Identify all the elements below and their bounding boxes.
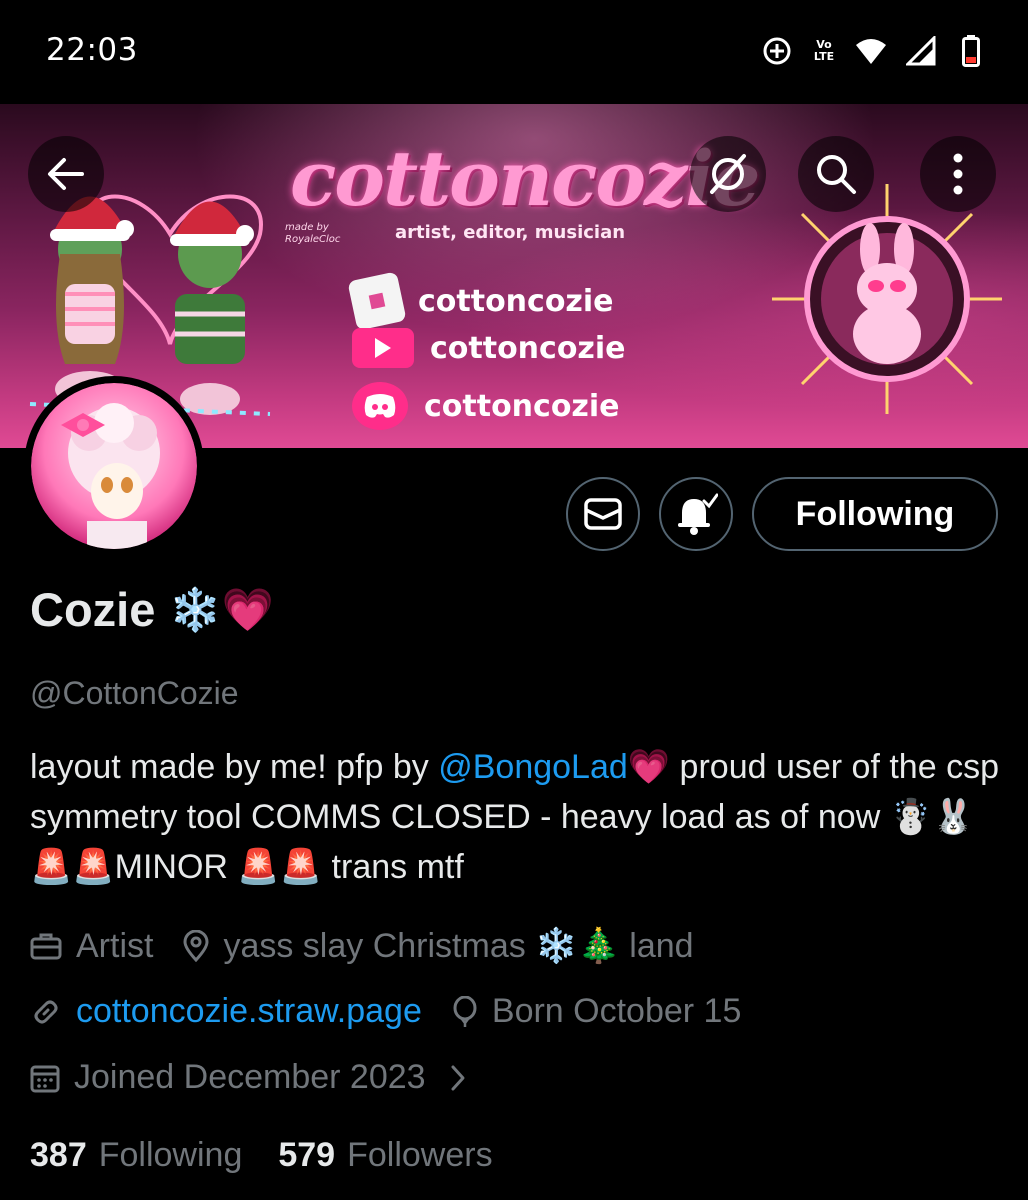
signal-icon xyxy=(904,34,938,68)
location-label: yass slay Christmas ❄️🎄 land xyxy=(223,927,694,965)
following-label: Following xyxy=(98,1136,243,1174)
battery-icon xyxy=(954,34,988,68)
bio-text: layout made by me! pfp by xyxy=(30,748,439,786)
balloon-icon xyxy=(453,995,477,1027)
envelope-icon xyxy=(584,498,622,530)
grok-icon xyxy=(710,154,746,194)
notifications-button[interactable] xyxy=(659,477,733,551)
search-button[interactable] xyxy=(798,136,874,212)
social-label: cottoncozie xyxy=(418,283,614,319)
profile-name-emoji: ❄️💗 xyxy=(169,584,274,634)
status-time: 22:03 xyxy=(46,32,138,68)
followers-count-link[interactable]: 579 Followers xyxy=(278,1136,492,1175)
grok-button[interactable] xyxy=(690,136,766,212)
followers-count: 579 xyxy=(278,1136,336,1174)
profile-name-row: Cozie ❄️💗 xyxy=(30,582,274,637)
briefcase-icon xyxy=(30,933,62,960)
profile-meta-row[interactable]: Joined December 2023 xyxy=(30,1058,496,1097)
banner-title: cottoncozie xyxy=(290,134,760,223)
status-icons: Vo LTE xyxy=(760,34,988,68)
profile-meta-row: Artist yass slay Christmas ❄️🎄 land xyxy=(30,926,724,966)
profile-handle: @CottonCozie xyxy=(30,675,239,711)
following-count: 387 xyxy=(30,1136,87,1174)
roblox-icon xyxy=(347,271,407,331)
data-saver-icon xyxy=(760,34,794,68)
banner-social-youtube: cottoncozie xyxy=(352,328,626,368)
bio-mention-link[interactable]: @BongoLad xyxy=(438,748,628,786)
banner-social-discord: cottoncozie xyxy=(352,382,620,430)
website-item[interactable]: cottoncozie.straw.page xyxy=(30,992,422,1031)
volte-icon: Vo LTE xyxy=(813,38,835,63)
more-button[interactable] xyxy=(920,136,996,212)
chevron-right-icon xyxy=(451,1065,465,1090)
wifi-icon xyxy=(854,34,888,68)
followers-label: Followers xyxy=(347,1136,493,1174)
profile-meta-row: cottoncozie.straw.page Born October 15 xyxy=(30,992,771,1031)
more-vertical-icon xyxy=(953,153,963,195)
joined-item[interactable]: Joined December 2023 xyxy=(30,1058,466,1097)
banner-bunny-emblem xyxy=(772,184,1002,414)
social-label: cottoncozie xyxy=(430,330,626,366)
profile-name: Cozie xyxy=(30,583,156,636)
back-arrow-icon xyxy=(48,158,84,190)
calendar-icon xyxy=(30,1065,60,1092)
following-button[interactable]: Following xyxy=(752,477,998,551)
profession-label: Artist xyxy=(76,926,154,965)
avatar[interactable] xyxy=(24,376,204,556)
profession-item: Artist xyxy=(30,927,153,966)
banner-subtitle: artist, editor, musician xyxy=(395,222,626,243)
message-button[interactable] xyxy=(566,477,640,551)
social-label: cottoncozie xyxy=(424,388,620,424)
location-pin-icon xyxy=(183,930,209,962)
follow-counts: 387 Following 579 Followers xyxy=(30,1136,493,1175)
website-link[interactable]: cottoncozie.straw.page xyxy=(76,992,422,1031)
location-item: yass slay Christmas ❄️🎄 land xyxy=(183,926,694,966)
link-icon xyxy=(34,1000,58,1023)
search-icon xyxy=(817,155,856,194)
following-count-link[interactable]: 387 Following xyxy=(30,1136,242,1175)
discord-icon xyxy=(352,382,408,430)
status-bar: 22:03 Vo LTE xyxy=(0,0,1028,104)
birthday-item: Born October 15 xyxy=(452,992,741,1031)
birthday-label: Born October 15 xyxy=(491,992,742,1030)
banner-social-roblox: cottoncozie xyxy=(347,271,614,331)
back-button[interactable] xyxy=(28,136,104,212)
youtube-icon xyxy=(352,328,414,368)
avatar-image xyxy=(31,383,197,549)
profile-bio: layout made by me! pfp by @BongoLad💗 pro… xyxy=(30,742,1005,892)
banner-credit: made by RoyaleCloc xyxy=(285,222,341,245)
bell-check-icon xyxy=(678,493,718,535)
joined-label: Joined December 2023 xyxy=(74,1058,426,1096)
